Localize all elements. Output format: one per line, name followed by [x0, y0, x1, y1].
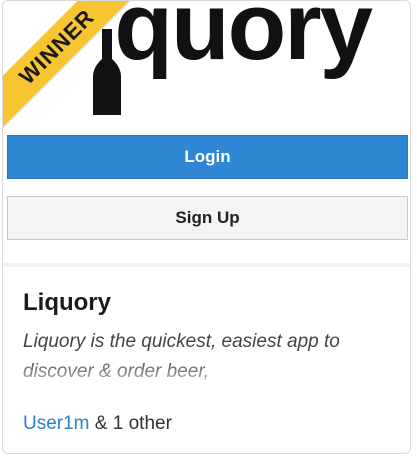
- signup-button[interactable]: Sign Up: [7, 196, 408, 240]
- product-title[interactable]: Liquory: [23, 289, 111, 317]
- voters-suffix: & 1 other: [89, 413, 172, 434]
- product-hero[interactable]: Liquory WINNER: [3, 1, 410, 131]
- login-button-label: Login: [184, 147, 231, 166]
- voter-link[interactable]: User1m: [23, 413, 90, 434]
- product-card: Liquory WINNER Login Sign Up Liquory Liq…: [2, 0, 411, 454]
- logo-text-end: quory: [114, 1, 373, 80]
- signup-button-label: Sign Up: [175, 208, 240, 227]
- bottle-icon: [93, 29, 121, 115]
- description-fade: [3, 359, 410, 391]
- voters-line: User1m & 1 other: [23, 413, 172, 435]
- login-button[interactable]: Login: [7, 135, 408, 179]
- product-info: Liquory Liquory is the quickest, easiest…: [3, 267, 410, 453]
